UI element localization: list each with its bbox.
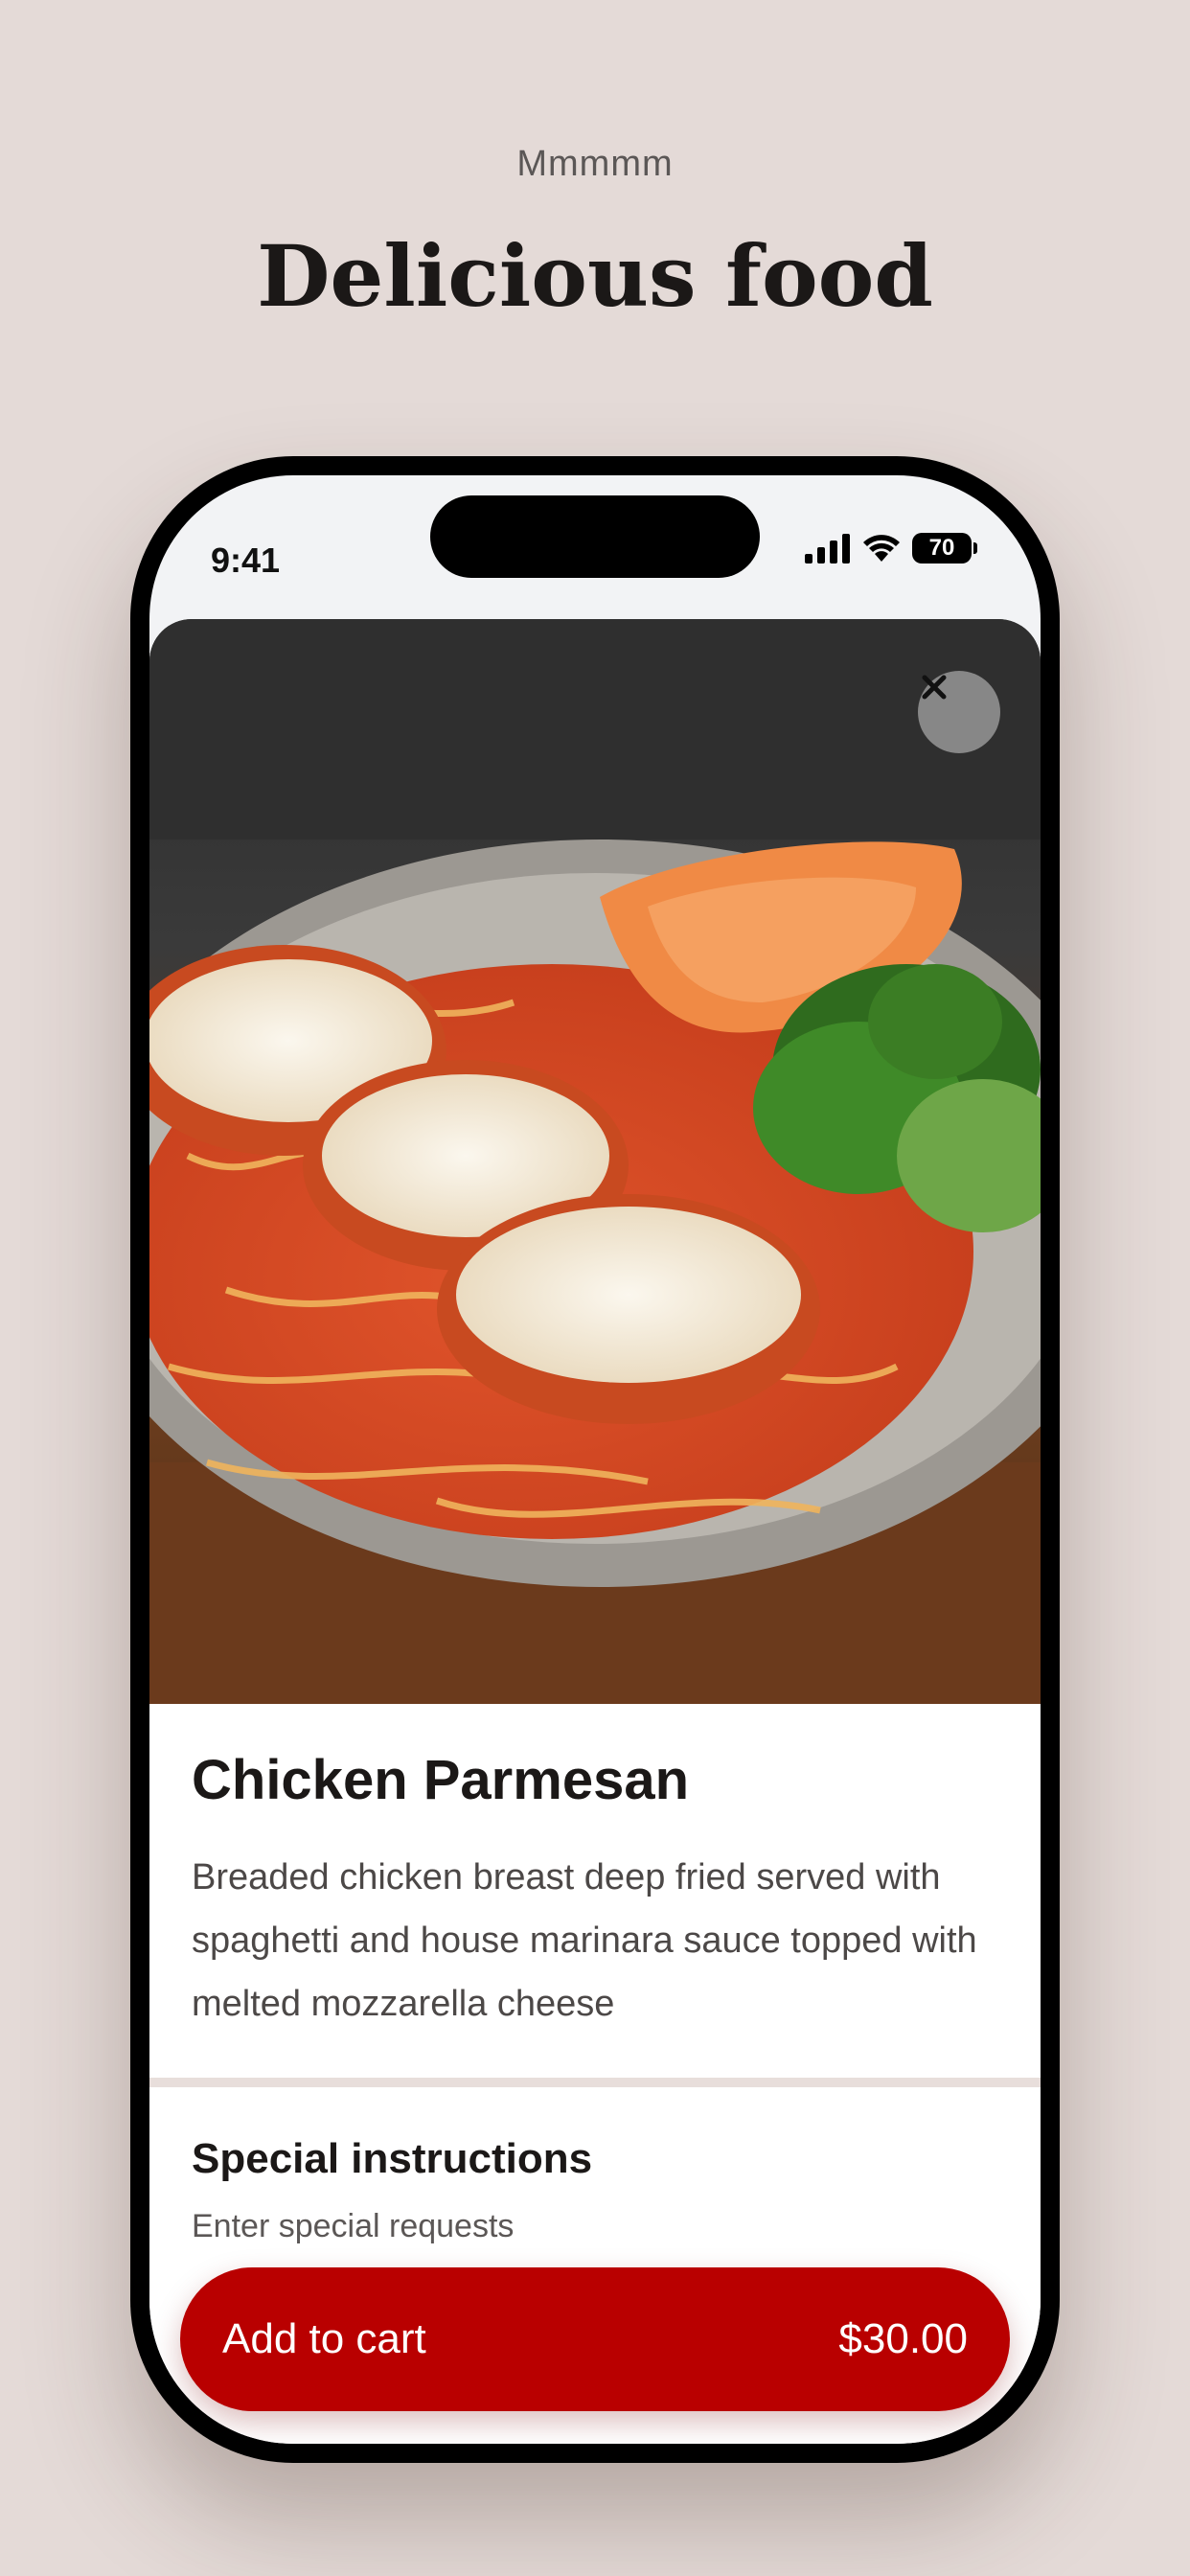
cellular-signal-icon: [805, 534, 850, 564]
add-to-cart-button[interactable]: Add to cart $30.00: [180, 2267, 1010, 2411]
special-instructions-input[interactable]: [192, 2208, 920, 2245]
dynamic-island: [430, 495, 760, 578]
battery-icon: 70: [912, 533, 977, 564]
close-icon: [922, 675, 947, 700]
battery-level: 70: [912, 533, 972, 564]
item-detail-sheet: Chicken Parmesan Breaded chicken breast …: [149, 619, 1041, 2444]
item-description: Breaded chicken breast deep fried served…: [192, 1857, 977, 2024]
status-time: 9:41: [211, 540, 281, 580]
page-headline: Delicious food: [257, 226, 933, 326]
close-button[interactable]: [918, 671, 1000, 753]
item-title: Chicken Parmesan: [192, 1749, 690, 1811]
battery-tip: [973, 542, 977, 554]
phone-frame: 9:41 70 Chicken Parmesan Breaded chicken…: [130, 456, 1060, 2463]
page-eyebrow: Mmmmm: [516, 144, 674, 184]
wifi-icon: [863, 535, 900, 562]
chicken-parmesan-plate-image: [149, 619, 1041, 1704]
status-icons: 70: [805, 529, 977, 567]
food-illustration: [149, 619, 1041, 1704]
special-instructions-title: Special instructions: [192, 2135, 593, 2182]
phone-screen: 9:41 70 Chicken Parmesan Breaded chicken…: [149, 475, 1041, 2444]
cart-price: $30.00: [838, 2315, 968, 2362]
add-to-cart-label: Add to cart: [222, 2315, 426, 2362]
section-divider: [149, 2078, 1041, 2087]
